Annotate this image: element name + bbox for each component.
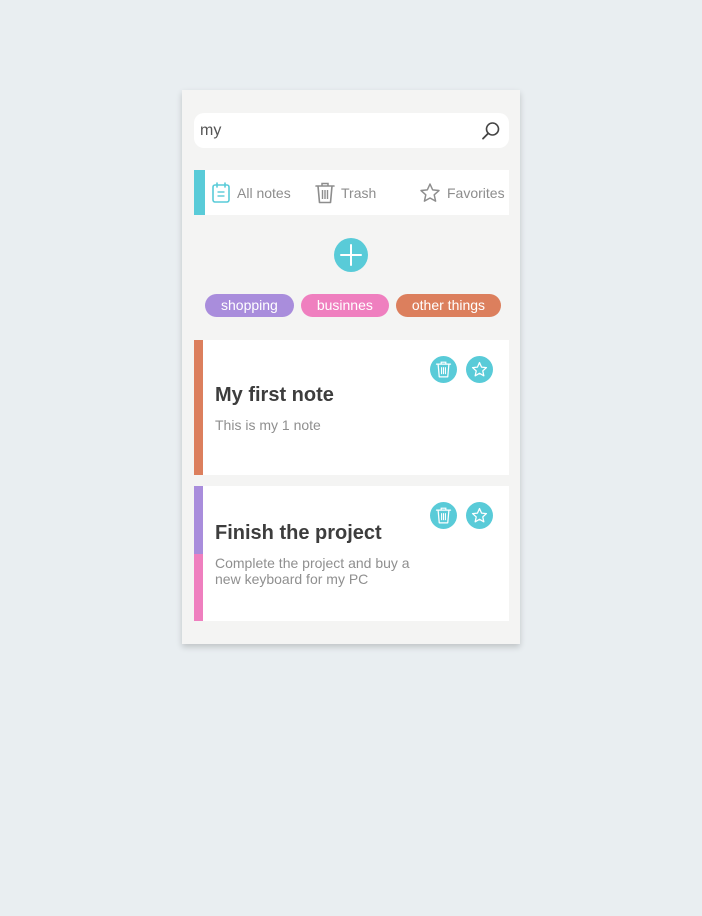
note-body: Complete the project and buy a new keybo…: [215, 555, 410, 587]
add-note-button[interactable]: [334, 238, 368, 272]
tab-all-notes-label: All notes: [237, 184, 291, 201]
tab-favorites[interactable]: Favorites: [419, 170, 505, 215]
note-card[interactable]: Finish the project Complete the project …: [194, 486, 509, 621]
tag-shopping[interactable]: shopping: [205, 294, 294, 317]
active-tab-indicator: [194, 170, 205, 215]
note-card[interactable]: My first note This is my 1 note: [194, 340, 509, 475]
tab-all-notes[interactable]: All notes: [211, 170, 291, 215]
trash-icon: [315, 182, 335, 203]
delete-note-button[interactable]: [430, 502, 457, 529]
notes-icon: [212, 181, 230, 203]
favorite-note-button[interactable]: [466, 356, 493, 383]
trash-icon: [435, 507, 452, 524]
plus-icon: [340, 244, 362, 266]
note-tag-color-bar: [194, 340, 203, 475]
search-bar: [194, 113, 509, 148]
tag-list: shopping businnes other things: [205, 294, 502, 317]
trash-icon: [435, 361, 452, 378]
note-tag-color-bar: [194, 554, 203, 621]
star-icon: [471, 507, 488, 523]
search-input[interactable]: [200, 113, 470, 148]
note-body: This is my 1 note: [215, 417, 321, 433]
star-icon: [420, 182, 440, 202]
navigation-tabs: All notes Trash Favorites: [194, 170, 509, 215]
tag-other-things[interactable]: other things: [395, 294, 502, 317]
tab-favorites-label: Favorites: [447, 184, 505, 201]
note-title: My first note: [215, 384, 334, 406]
favorite-note-button[interactable]: [466, 502, 493, 529]
delete-note-button[interactable]: [430, 356, 457, 383]
note-title: Finish the project: [215, 522, 382, 544]
star-icon: [471, 361, 488, 377]
search-icon[interactable]: [481, 121, 501, 141]
note-tag-color-bar: [194, 486, 203, 554]
notes-app: All notes Trash Favorites sh: [182, 90, 520, 644]
tag-business[interactable]: businnes: [300, 294, 389, 317]
tab-trash-label: Trash: [341, 184, 377, 201]
tab-trash[interactable]: Trash: [315, 170, 376, 215]
